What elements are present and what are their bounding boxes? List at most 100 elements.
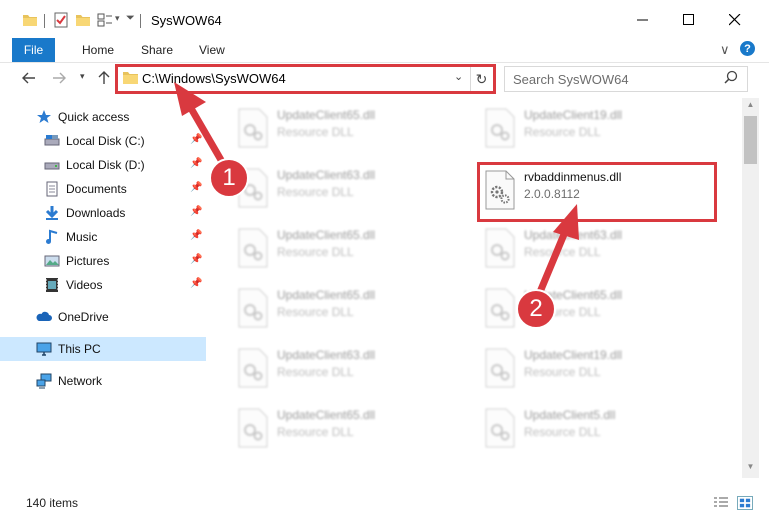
list-item[interactable]: UpdateClient63.dll Resource DLL (231, 342, 467, 398)
up-icon[interactable] (98, 71, 110, 85)
customize-icon[interactable] (97, 12, 113, 28)
sidebar-item-this-pc[interactable]: This PC (0, 337, 206, 361)
dll-file-icon (485, 228, 515, 268)
sidebar-item-label: Downloads (66, 206, 126, 220)
list-item[interactable]: UpdateClient65.dll Resource DLL (231, 402, 467, 458)
tab-file[interactable]: File (12, 38, 55, 62)
sidebar-item-label: Pictures (66, 254, 110, 268)
pin-icon[interactable]: 📌 (190, 182, 202, 193)
dll-file-icon (485, 348, 515, 388)
search-placeholder: Search SysWOW64 (513, 72, 629, 87)
sidebar-item-pictures[interactable]: Pictures 📌 (0, 249, 206, 273)
list-item[interactable]: UpdateClient65.dll Resource DLL (478, 282, 714, 338)
sidebar-item-label: Music (66, 230, 98, 244)
folder-icon (23, 15, 37, 26)
star-icon (37, 110, 51, 123)
file-name: UpdateClient19.dll (524, 348, 623, 362)
scrollbar-thumb[interactable] (744, 116, 757, 164)
file-name: UpdateClient19.dll (524, 108, 623, 122)
minimize-button[interactable] (620, 0, 666, 40)
tab-home[interactable]: Home (82, 43, 114, 57)
navigation-pane: Quick access Local Disk (C:) 📌 Local Dis… (0, 98, 206, 478)
sidebar-item-label: Documents (66, 182, 127, 196)
list-item[interactable]: UpdateClient63.dll Resource DLL (478, 222, 714, 278)
sidebar-item-label: Network (58, 374, 103, 388)
dll-file-icon (238, 228, 268, 268)
expand-ribbon-icon[interactable]: ∨ (720, 42, 730, 58)
step-badge-1: 1 (209, 158, 249, 198)
maximize-button[interactable] (666, 0, 712, 40)
search-icon[interactable] (724, 70, 738, 84)
file-description: Resource DLL (524, 425, 601, 439)
close-button[interactable] (712, 0, 758, 40)
scroll-up-icon[interactable]: ▲ (742, 100, 759, 112)
details-view-icon[interactable] (713, 496, 729, 510)
close-icon (729, 14, 741, 26)
pin-icon[interactable]: 📌 (190, 134, 202, 145)
status-bar (0, 488, 769, 518)
list-item[interactable]: UpdateClient65.dll Resource DLL (231, 282, 467, 338)
music-icon (46, 229, 58, 244)
sidebar-item-label: Local Disk (D:) (66, 158, 145, 172)
sidebar-item-documents[interactable]: Documents 📌 (0, 177, 206, 201)
sidebar-item-local-disk-c[interactable]: Local Disk (C:) 📌 (0, 129, 206, 153)
videos-icon (46, 278, 58, 292)
ribbon (0, 38, 769, 62)
pin-icon[interactable]: 📌 (190, 230, 202, 241)
scroll-down-icon[interactable]: ▼ (742, 462, 759, 474)
sidebar-item-videos[interactable]: Videos 📌 (0, 273, 206, 297)
back-icon[interactable] (22, 72, 36, 84)
sidebar-item-label: Videos (66, 278, 103, 292)
pin-icon[interactable]: 📌 (190, 158, 202, 169)
forward-icon[interactable] (52, 72, 66, 84)
list-item[interactable]: UpdateClient19.dll Resource DLL (478, 342, 714, 398)
sidebar-item-quick-access[interactable]: Quick access (0, 105, 206, 129)
sidebar-item-music[interactable]: Music 📌 (0, 225, 206, 249)
pictures-icon (44, 255, 60, 267)
sidebar-item-label: OneDrive (58, 310, 109, 324)
large-icons-view-icon[interactable] (737, 496, 753, 510)
file-name: UpdateClient65.dll (277, 228, 376, 242)
sidebar-item-local-disk-d[interactable]: Local Disk (D:) 📌 (0, 153, 206, 177)
file-name: UpdateClient63.dll (277, 168, 376, 182)
maximize-icon (683, 14, 694, 25)
chevron-down-icon[interactable]: ▾ (115, 13, 120, 24)
list-item[interactable]: UpdateClient63.dll Resource DLL (231, 162, 467, 218)
dll-file-icon (238, 408, 268, 448)
sidebar-item-onedrive[interactable]: OneDrive (0, 305, 206, 329)
file-description: Resource DLL (277, 185, 354, 199)
file-name: UpdateClient65.dll (277, 288, 376, 302)
file-name: UpdateClient63.dll (524, 228, 623, 242)
file-description: Resource DLL (277, 245, 354, 259)
quick-access-dropdown-icon[interactable]: ⏷ (126, 12, 135, 25)
file-description: Resource DLL (277, 365, 354, 379)
tab-view[interactable]: View (199, 43, 225, 57)
cloud-icon (36, 311, 52, 321)
drive-icon (44, 162, 60, 170)
list-item[interactable]: UpdateClient65.dll Resource DLL (231, 222, 467, 278)
file-description: Resource DLL (277, 425, 354, 439)
sidebar-item-label: This PC (58, 342, 101, 356)
sidebar-item-downloads[interactable]: Downloads 📌 (0, 201, 206, 225)
recent-locations-icon[interactable]: ▾ (80, 71, 85, 82)
pin-icon[interactable]: 📌 (190, 254, 202, 265)
new-folder-icon[interactable] (75, 12, 91, 28)
address-highlight-box (115, 64, 496, 94)
list-item[interactable]: UpdateClient65.dll Resource DLL (231, 102, 467, 158)
separator (140, 14, 141, 28)
drive-icon (44, 135, 60, 146)
title-bar: ▾ ⏷ SysWOW64 (0, 0, 769, 40)
pin-icon[interactable]: 📌 (190, 206, 202, 217)
tab-share[interactable]: Share (141, 43, 173, 57)
sidebar-item-network[interactable]: Network (0, 369, 206, 393)
list-item[interactable]: UpdateClient5.dll Resource DLL (478, 402, 714, 458)
dll-file-icon (238, 288, 268, 328)
documents-icon (46, 181, 58, 197)
list-item[interactable]: UpdateClient19.dll Resource DLL (478, 102, 714, 158)
item-count: 140 items (26, 496, 79, 510)
dll-file-icon (485, 108, 515, 148)
pin-icon[interactable]: 📌 (190, 278, 202, 289)
properties-icon[interactable] (53, 12, 69, 28)
file-name: UpdateClient65.dll (277, 108, 376, 122)
help-icon[interactable]: ? (740, 41, 755, 56)
